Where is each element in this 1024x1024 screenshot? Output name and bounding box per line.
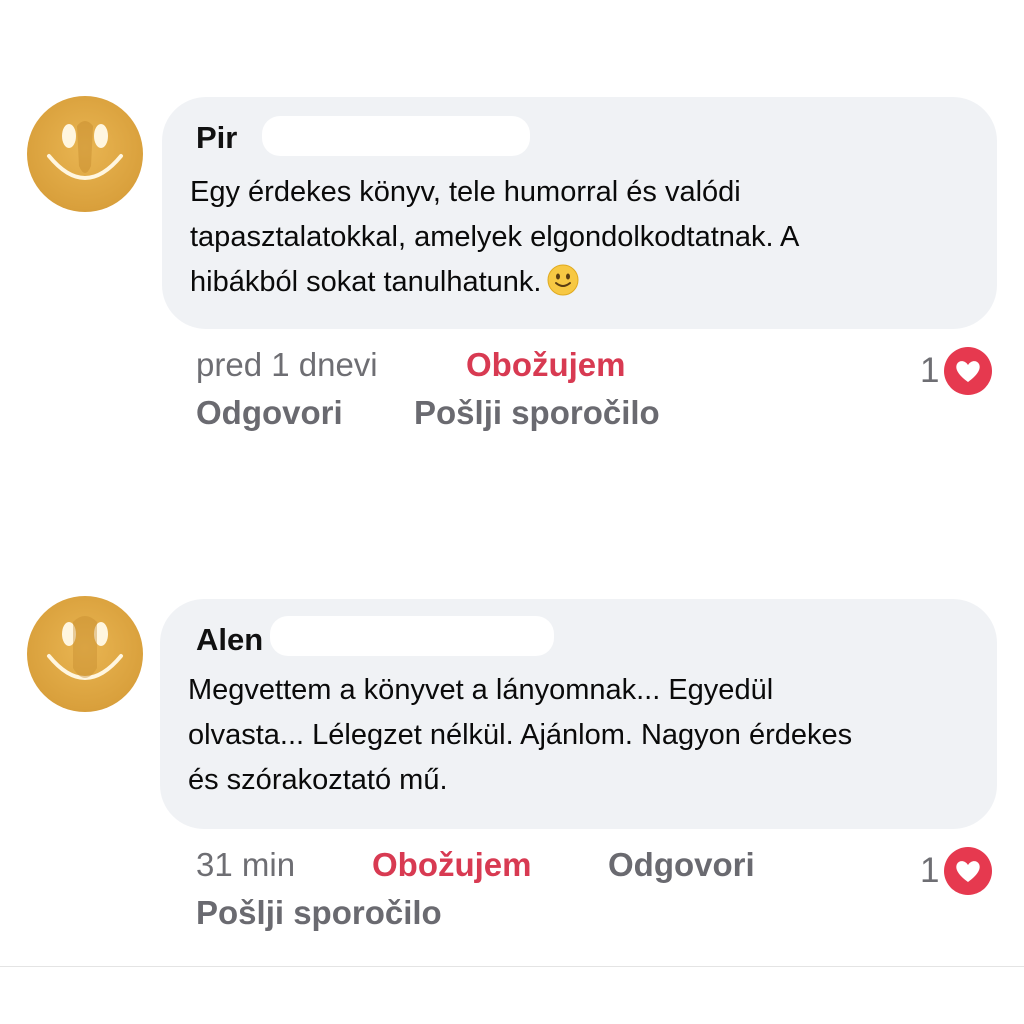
comment-line: Egy érdekes könyv, tele humorral és való… — [190, 176, 741, 208]
slightly-smiling-face-icon — [547, 264, 579, 296]
comment-line: hibákból sokat tanulhatunk. — [190, 260, 799, 305]
like-count: 1 — [920, 351, 940, 390]
divider — [0, 966, 1024, 967]
heart-icon — [944, 347, 993, 395]
comment-author[interactable]: Pir — [196, 120, 237, 156]
smiley-face-icon — [47, 616, 123, 680]
redacted-name — [270, 616, 554, 656]
comment-line: Megvettem a könyvet a lányomnak... Egyed… — [188, 674, 774, 706]
comment-line-text: hibákból sokat tanulhatunk. — [190, 266, 542, 298]
send-message-button[interactable]: Pošlji sporočilo — [196, 894, 442, 932]
like-counter[interactable]: 1 — [920, 346, 993, 396]
comment-time: 31 min — [196, 846, 296, 883]
comment-author[interactable]: Alen — [196, 622, 263, 658]
comments-page: Pir Egy érdekes könyv, tele humorral és … — [0, 0, 1024, 1024]
send-message-button[interactable]: Pošlji sporočilo — [414, 394, 660, 432]
like-count: 1 — [920, 851, 940, 890]
comment-text: Egy érdekes könyv, tele humorral és való… — [190, 170, 799, 305]
smiley-face-icon — [47, 121, 123, 180]
comment-text: Megvettem a könyvet a lányomnak... Egyed… — [188, 668, 852, 803]
heart-icon — [944, 847, 993, 895]
like-button[interactable]: Obožujem — [372, 846, 532, 884]
avatar[interactable] — [27, 596, 143, 712]
comment-line: tapasztalatokkal, amelyek elgondolkodtat… — [190, 221, 800, 253]
like-button[interactable]: Obožujem — [466, 346, 626, 384]
redacted-name — [262, 116, 530, 156]
comment-time: pred 1 dnevi — [196, 346, 378, 383]
comment-line: és szórakoztató mű. — [188, 764, 448, 796]
like-counter[interactable]: 1 — [920, 846, 993, 896]
avatar[interactable] — [27, 96, 143, 212]
reply-button[interactable]: Odgovori — [196, 394, 343, 432]
comment-line: olvasta... Lélegzet nélkül. Ajánlom. Nag… — [188, 719, 853, 751]
reply-button[interactable]: Odgovori — [608, 846, 755, 884]
